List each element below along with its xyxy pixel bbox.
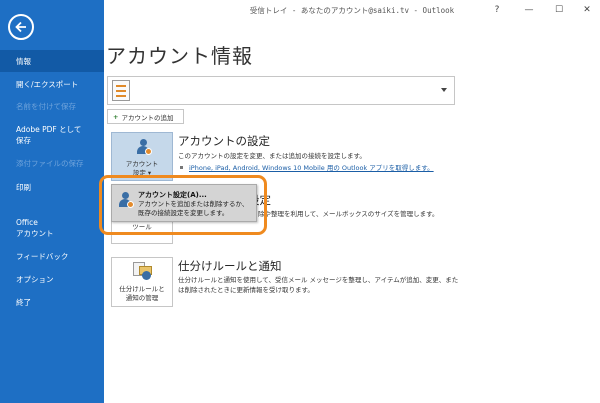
sidebar-item-save-adobe-pdf[interactable]: Adobe PDF として 保存 (0, 124, 104, 146)
plus-icon: + (113, 112, 119, 121)
minimize-button[interactable]: — (518, 3, 540, 17)
mailbox-settings-desc: 除や整理を利用して、メールボックスのサイズを管理します。 (258, 210, 439, 218)
sidebar-item-open-export[interactable]: 開く/エクスポート (0, 79, 104, 90)
account-settings-icon (135, 138, 152, 156)
manage-rules-button[interactable]: 仕分けルールと 通知の管理 (111, 257, 173, 307)
sidebar-item-print[interactable]: 印刷 (0, 182, 104, 193)
highlight-annotation (99, 175, 267, 235)
sidebar-item-exit[interactable]: 終了 (0, 297, 104, 308)
mobile-app-link-row: iPhone, iPad, Android, Windows 10 Mobile… (178, 163, 434, 173)
rules-alerts-icon (133, 262, 153, 280)
account-file-icon (112, 80, 130, 101)
rules-desc-line2: は削除されたときに更新情報を受け取ります。 (178, 286, 314, 294)
rules-desc-line1: 仕分けルールと通知を使用して、受信メール メッセージを整理し、アイテムが追加、変… (178, 276, 459, 284)
bullet-icon (180, 166, 183, 169)
backstage-sidebar: 情報 開く/エクスポート 名前を付けて保存 Adobe PDF として 保存 添… (0, 0, 104, 403)
back-button[interactable] (8, 14, 34, 40)
title-bar: 受信トレイ - あなたのアカウント@saiki.tv - Outlook ? —… (104, 0, 600, 20)
sidebar-item-save-attachments: 添付ファイルの保存 (16, 159, 84, 168)
help-button[interactable]: ? (486, 3, 508, 17)
arrow-left-icon (15, 21, 26, 33)
add-account-button[interactable]: + アカウントの追加 (107, 109, 184, 124)
account-settings-desc: このアカウントの設定を変更、または追加の接続を設定します。 (178, 152, 366, 160)
maximize-button[interactable]: ☐ (548, 3, 570, 17)
account-selector[interactable] (107, 76, 455, 105)
account-settings-title: アカウントの設定 (178, 134, 270, 148)
close-button[interactable]: ✕ (576, 3, 598, 17)
rules-title: 仕分けルールと通知 (178, 259, 282, 273)
sidebar-item-save-as: 名前を付けて保存 (16, 102, 76, 111)
page-title: アカウント情報 (106, 44, 253, 68)
sidebar-item-options[interactable]: オプション (0, 274, 104, 285)
mobile-app-link[interactable]: iPhone, iPad, Android, Windows 10 Mobile… (189, 164, 434, 172)
chevron-down-icon (441, 88, 447, 92)
sidebar-item-info[interactable]: 情報 (0, 50, 104, 72)
sidebar-item-feedback[interactable]: フィードバック (0, 251, 104, 262)
sidebar-item-office-account[interactable]: Office アカウント (0, 217, 104, 239)
account-settings-button[interactable]: アカウント 設定 ▾ (111, 132, 173, 181)
